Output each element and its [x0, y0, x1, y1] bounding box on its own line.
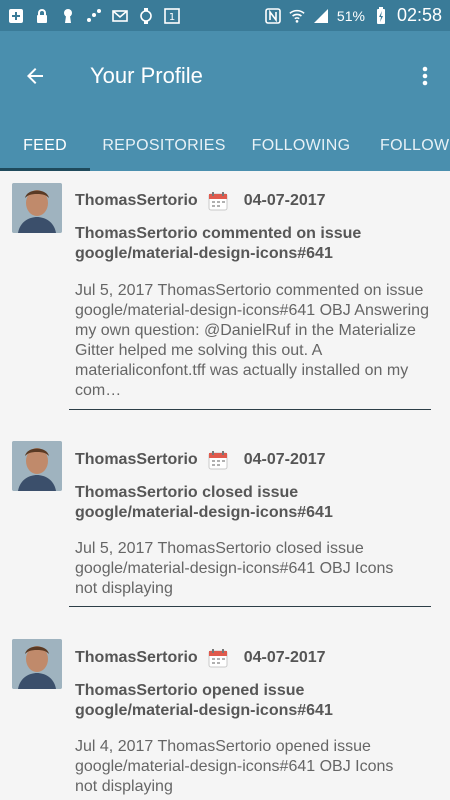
tab-repositories[interactable]: REPOSITORIES [90, 121, 238, 171]
status-bar-notifications: 1 [8, 7, 180, 24]
more-vert-icon [422, 66, 428, 86]
status-bar: 1 51% 02:58 [0, 0, 450, 31]
event-title: ThomasSertorio opened issue google/mater… [75, 682, 333, 719]
username[interactable]: ThomasSertorio [75, 649, 198, 667]
avatar[interactable] [12, 183, 62, 233]
calendar-icon [208, 648, 228, 668]
tab-bar: FEED REPOSITORIES FOLLOWING FOLLOWERS [0, 121, 450, 171]
add-notification-icon [8, 8, 24, 24]
wifi-icon [289, 8, 305, 24]
divider [69, 409, 431, 410]
back-button[interactable] [0, 46, 70, 106]
calendar-icon [208, 191, 228, 211]
calendar-notification-icon: 1 [164, 7, 180, 24]
feed-list: ThomasSertorio 04-07-2017 ThomasSertorio… [0, 171, 450, 800]
avatar[interactable] [12, 639, 62, 689]
calendar-icon [208, 450, 228, 470]
feed-item-header: ThomasSertorio 04-07-2017 [75, 647, 326, 669]
feed-item[interactable]: ThomasSertorio 04-07-2017 ThomasSertorio… [0, 429, 450, 609]
tab-following[interactable]: FOLLOWING [238, 121, 364, 171]
event-body: Jul 5, 2017 ThomasSertorio commented on … [75, 282, 429, 399]
dots-network-icon [86, 8, 102, 24]
signal-icon [313, 8, 329, 24]
svg-text:1: 1 [169, 12, 175, 23]
event-title: ThomasSertorio closed issue google/mater… [75, 484, 333, 521]
divider [69, 606, 431, 607]
event-date: 04-07-2017 [243, 192, 326, 209]
status-bar-system: 51% 02:58 [265, 5, 442, 26]
event-body: Jul 4, 2017 ThomasSertorio opened issue … [75, 738, 394, 795]
feed-item[interactable]: ThomasSertorio 04-07-2017 ThomasSertorio… [0, 627, 450, 800]
feed-item-header: ThomasSertorio 04-07-2017 [75, 449, 326, 471]
feed-item-header: ThomasSertorio 04-07-2017 [75, 190, 326, 212]
watch-icon [138, 7, 154, 24]
battery-percent: 51% [336, 7, 365, 24]
email-icon [112, 8, 128, 24]
event-date: 04-07-2017 [243, 649, 326, 666]
event-body: Jul 5, 2017 ThomasSertorio closed issue … [75, 540, 394, 597]
nfc-icon [265, 7, 281, 24]
arrow-back-icon [27, 68, 43, 84]
keyhole-icon [60, 8, 76, 24]
clock: 02:58 [396, 5, 442, 25]
lock-icon [34, 8, 50, 24]
username[interactable]: ThomasSertorio [75, 192, 198, 210]
overflow-menu-button[interactable] [400, 46, 450, 106]
feed-item[interactable]: ThomasSertorio 04-07-2017 ThomasSertorio… [0, 171, 450, 411]
battery-charging-icon [373, 6, 389, 24]
username[interactable]: ThomasSertorio [75, 451, 198, 469]
event-date: 04-07-2017 [243, 451, 326, 468]
avatar[interactable] [12, 441, 62, 491]
tab-feed[interactable]: FEED [0, 121, 90, 171]
tab-followers[interactable]: FOLLOWERS [364, 121, 450, 171]
event-title: ThomasSertorio commented on issue google… [75, 225, 362, 262]
app-bar: Your Profile [0, 31, 450, 121]
page-title: Your Profile [90, 63, 203, 88]
